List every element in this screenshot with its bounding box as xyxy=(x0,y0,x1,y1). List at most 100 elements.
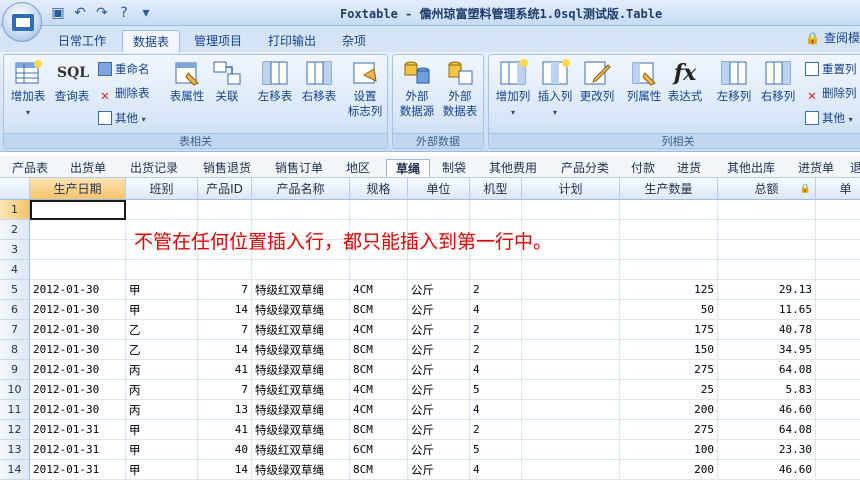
row-header[interactable]: 6 xyxy=(0,300,30,320)
table-cell[interactable] xyxy=(816,420,860,440)
table-cell[interactable]: 46.60 xyxy=(718,460,816,480)
row-header[interactable]: 4 xyxy=(0,260,30,280)
table-cell[interactable] xyxy=(522,400,620,420)
table-cell[interactable]: 特级红双草绳 xyxy=(252,440,350,460)
row-header[interactable]: 10 xyxy=(0,380,30,400)
delete-table-button[interactable]: ✕ 删除表 xyxy=(98,84,149,103)
table-cell[interactable]: 4 xyxy=(470,300,522,320)
table-cell[interactable] xyxy=(620,260,718,280)
table-cell[interactable]: 2 xyxy=(470,320,522,340)
table-cell[interactable]: 2012-01-30 xyxy=(30,340,126,360)
table-cell[interactable]: 公斤 xyxy=(408,400,470,420)
table-cell[interactable] xyxy=(522,340,620,360)
table-cell[interactable] xyxy=(620,220,718,240)
table-cell[interactable] xyxy=(816,300,860,320)
table-cell[interactable] xyxy=(522,420,620,440)
table-cell[interactable]: 甲 xyxy=(126,280,198,300)
table-cell[interactable]: 13 xyxy=(198,400,252,420)
table-cell[interactable]: 7 xyxy=(198,320,252,340)
table-cell[interactable] xyxy=(198,200,252,220)
table-cell[interactable]: 2012-01-30 xyxy=(30,380,126,400)
table-cell[interactable] xyxy=(816,440,860,460)
table-cell[interactable]: 40 xyxy=(198,440,252,460)
table-cell[interactable] xyxy=(522,300,620,320)
table-cell[interactable]: 特级绿双草绳 xyxy=(252,400,350,420)
sheet-tab[interactable]: 地区 xyxy=(338,159,378,177)
external-source-button[interactable]: 外部 数据源 xyxy=(397,59,437,119)
table-cell[interactable]: 甲 xyxy=(126,460,198,480)
row-header[interactable]: 12 xyxy=(0,420,30,440)
row-header[interactable]: 14 xyxy=(0,460,30,480)
tab-daily-work[interactable]: 日常工作 xyxy=(50,30,114,52)
tab-manage-project[interactable]: 管理项目 xyxy=(186,30,250,52)
table-cell[interactable] xyxy=(816,360,860,380)
table-cell[interactable]: 2 xyxy=(470,280,522,300)
table-cell[interactable]: 40.78 xyxy=(718,320,816,340)
delete-column-button[interactable]: ✕ 删除列 xyxy=(805,84,856,103)
table-cell[interactable]: 2012-01-30 xyxy=(30,400,126,420)
table-cell[interactable] xyxy=(816,320,860,340)
sheet-tab[interactable]: 销售退货 xyxy=(194,159,260,177)
table-cell[interactable]: 8CM xyxy=(350,340,408,360)
table-cell[interactable] xyxy=(522,360,620,380)
table-cell[interactable]: 4CM xyxy=(350,320,408,340)
data-grid[interactable]: 生产日期 班别 产品ID 产品名称 规格 单位 机型 计划 生产数量 总额 🔒 单… xyxy=(0,178,860,485)
row-header[interactable]: 3 xyxy=(0,240,30,260)
table-cell[interactable] xyxy=(522,280,620,300)
table-cell[interactable]: 275 xyxy=(620,360,718,380)
column-header[interactable]: 计划 xyxy=(522,178,620,200)
table-cell[interactable]: 2012-01-31 xyxy=(30,460,126,480)
table-cell[interactable]: 特级绿双草绳 xyxy=(252,340,350,360)
table-cell[interactable]: 50 xyxy=(620,300,718,320)
table-cell[interactable]: 4CM xyxy=(350,380,408,400)
table-cell[interactable]: 甲 xyxy=(126,300,198,320)
table-cell[interactable]: 2012-01-31 xyxy=(30,440,126,460)
expression-button[interactable]: fx 表达式 xyxy=(665,59,705,104)
table-cell[interactable]: 特级绿双草绳 xyxy=(252,420,350,440)
column-header[interactable]: 机型 xyxy=(470,178,522,200)
rename-table-button[interactable]: 重命名 xyxy=(98,60,150,78)
table-cell[interactable]: 2 xyxy=(470,340,522,360)
column-other-button[interactable]: 其他 ▾ xyxy=(805,109,853,127)
table-cell[interactable]: 2012-01-30 xyxy=(30,360,126,380)
move-column-right-button[interactable]: 右移列 xyxy=(757,59,799,104)
row-header[interactable]: 13 xyxy=(0,440,30,460)
sheet-tab[interactable]: 进货 xyxy=(668,159,710,177)
column-header[interactable]: 产品名称 xyxy=(252,178,350,200)
tab-print-output[interactable]: 打印输出 xyxy=(260,30,324,52)
table-cell[interactable] xyxy=(198,260,252,280)
table-cell[interactable]: 公斤 xyxy=(408,440,470,460)
tab-data-table[interactable]: 数据表 xyxy=(122,30,180,52)
column-header[interactable]: 单 xyxy=(816,178,860,200)
table-cell[interactable] xyxy=(470,260,522,280)
column-header[interactable]: 规格 xyxy=(350,178,408,200)
table-cell[interactable]: 11.65 xyxy=(718,300,816,320)
table-cell[interactable]: 5 xyxy=(470,440,522,460)
sheet-tab[interactable]: 进货单 xyxy=(790,159,842,177)
table-cell[interactable] xyxy=(408,200,470,220)
table-cell[interactable]: 2012-01-31 xyxy=(30,420,126,440)
table-cell[interactable]: 4CM xyxy=(350,280,408,300)
table-cell[interactable] xyxy=(522,200,620,220)
table-cell[interactable] xyxy=(816,280,860,300)
sheet-tab[interactable]: 产品分类 xyxy=(552,159,618,177)
table-cell[interactable] xyxy=(718,260,816,280)
table-cell[interactable]: 公斤 xyxy=(408,280,470,300)
move-table-right-button[interactable]: 右移表 xyxy=(298,59,340,104)
column-header[interactable]: 生产日期 xyxy=(30,178,126,200)
table-cell[interactable] xyxy=(522,440,620,460)
table-cell[interactable]: 7 xyxy=(198,280,252,300)
table-cell[interactable]: 2012-01-30 xyxy=(30,280,126,300)
table-cell[interactable]: 14 xyxy=(198,340,252,360)
table-cell[interactable]: 14 xyxy=(198,460,252,480)
column-header[interactable]: 总额 🔒 xyxy=(718,178,816,200)
table-cell[interactable] xyxy=(470,200,522,220)
sheet-tab-active[interactable]: 草绳 xyxy=(386,159,430,177)
table-cell[interactable]: 64.08 xyxy=(718,420,816,440)
table-cell[interactable] xyxy=(718,240,816,260)
column-header[interactable]: 单位 xyxy=(408,178,470,200)
table-cell[interactable]: 乙 xyxy=(126,320,198,340)
table-cell[interactable] xyxy=(30,240,126,260)
corner-header[interactable] xyxy=(0,178,30,200)
move-column-left-button[interactable]: 左移列 xyxy=(713,59,755,104)
